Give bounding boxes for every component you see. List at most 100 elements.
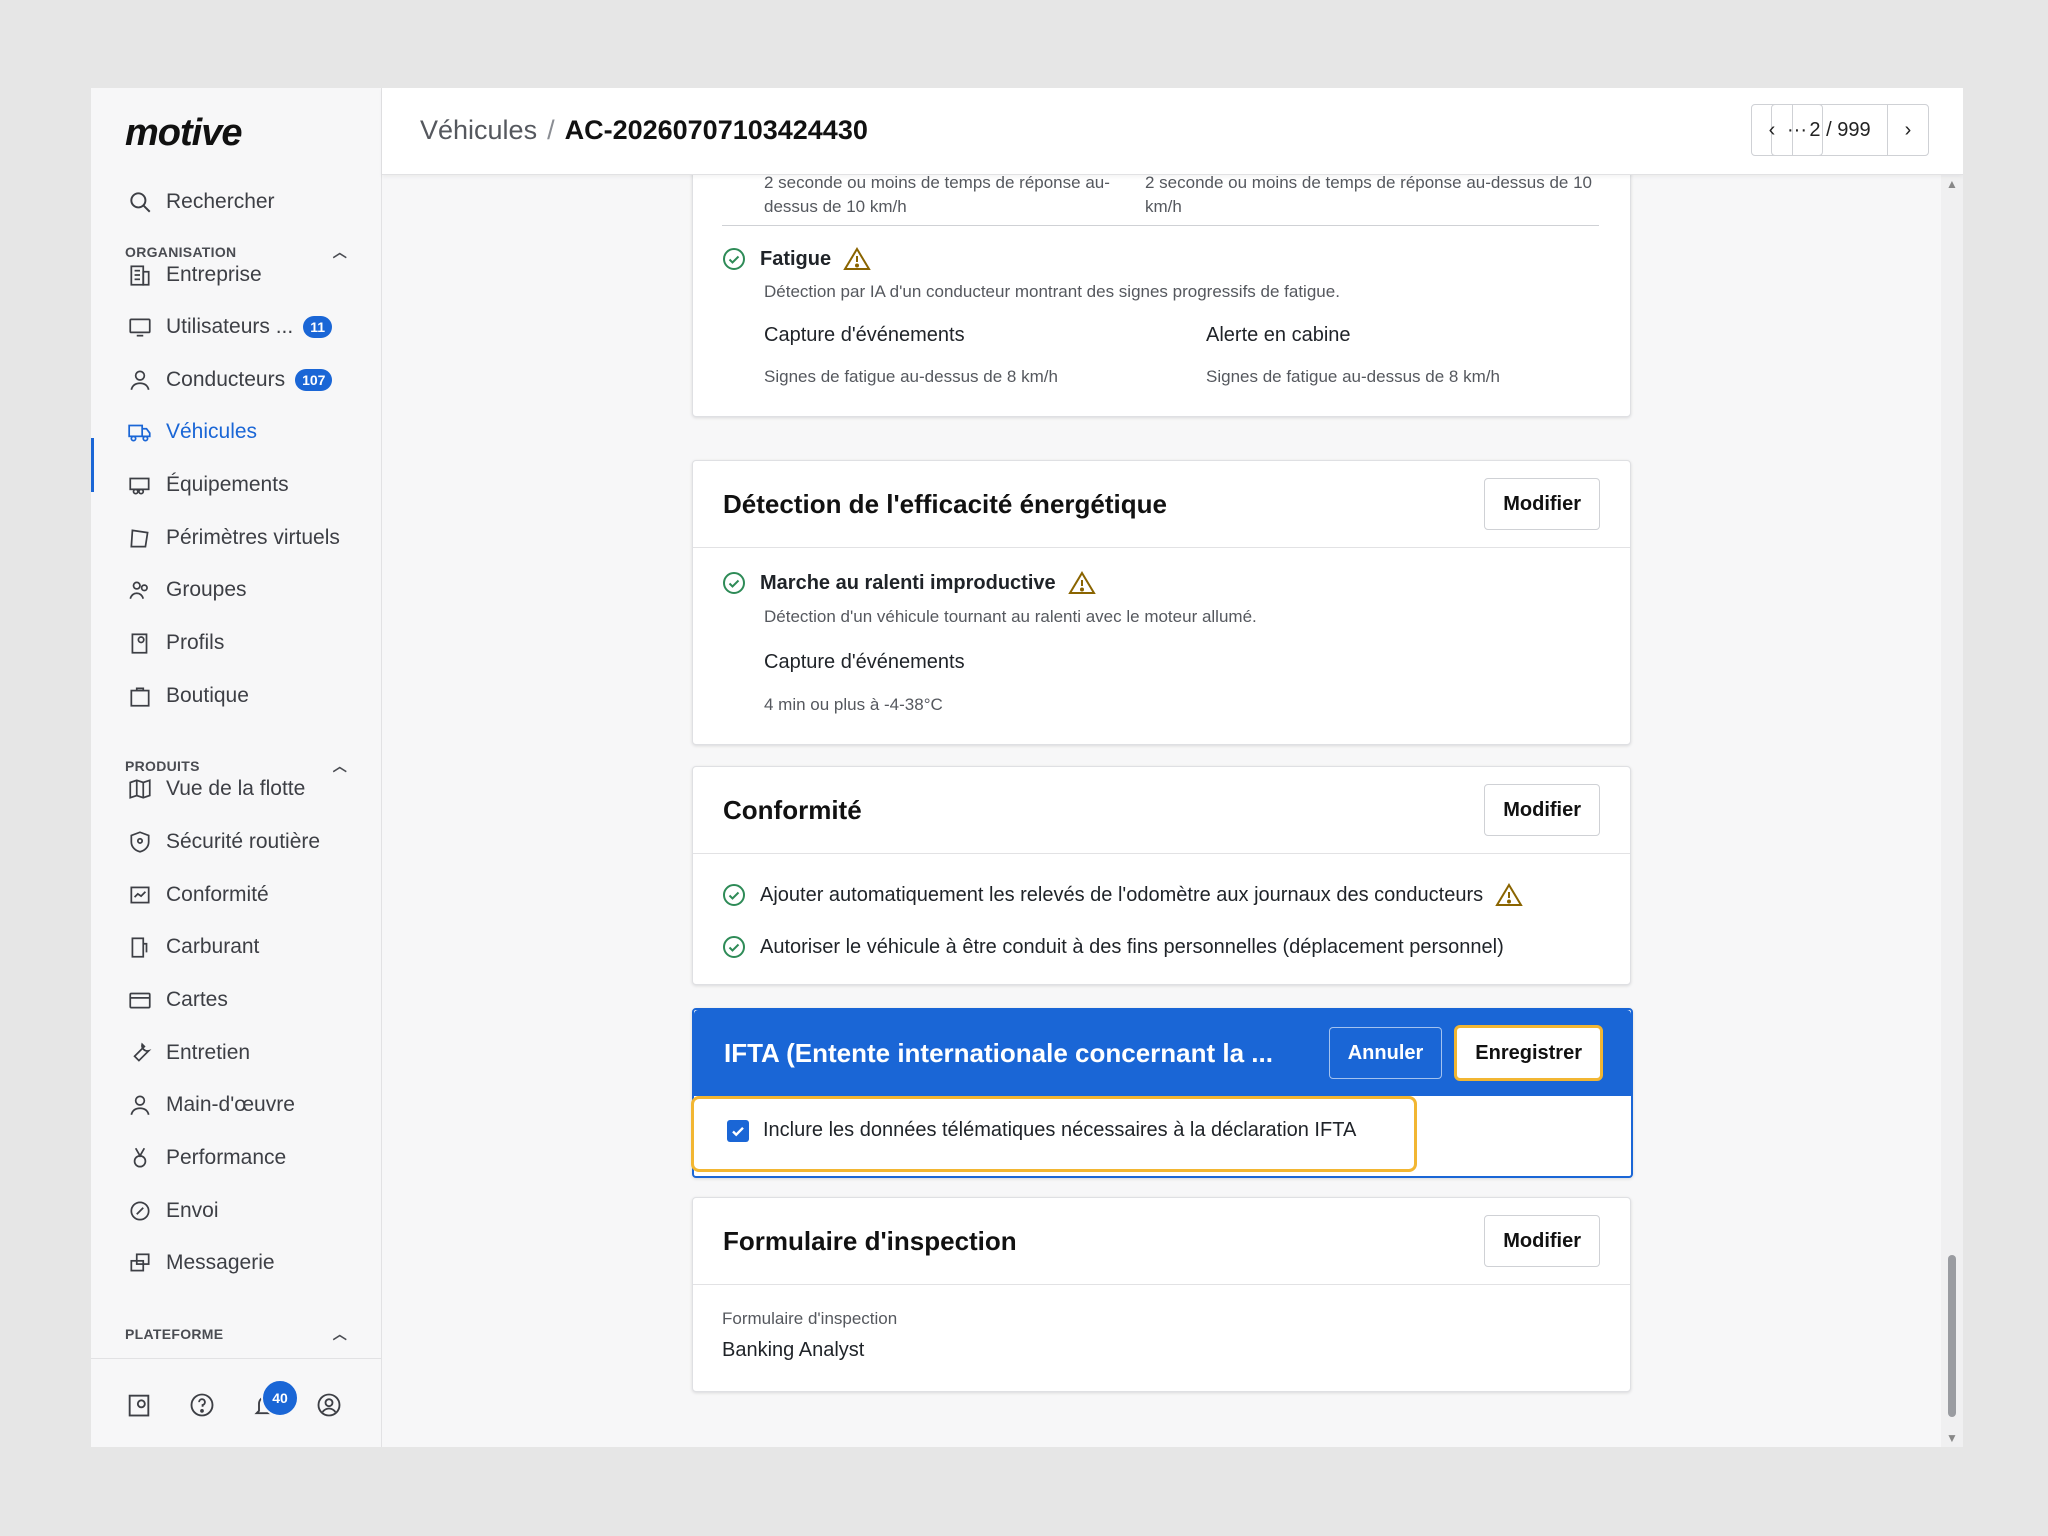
account-icon[interactable] (315, 1391, 345, 1421)
sidebar-item-utilisateurs[interactable]: Utilisateurs ... 11 (125, 307, 333, 347)
previous-record-button[interactable]: ‹ (1752, 105, 1792, 155)
message-icon (125, 1248, 155, 1278)
sidebar-item-main-oeuvre[interactable]: Main-d'œuvre (125, 1085, 295, 1125)
content-scrollbar[interactable]: ▲ ▼ (1941, 175, 1963, 1447)
sidebar-item-label: Boutique (166, 684, 249, 707)
sidebar-item-label: Cartes (166, 988, 228, 1011)
section-plateforme[interactable]: PLATEFORME ︿ (125, 1324, 347, 1344)
sidebar-item-label: Main-d'œuvre (166, 1093, 295, 1116)
sidebar-item-cartes[interactable]: Cartes (125, 980, 228, 1020)
sidebar-item-envoi[interactable]: Envoi (125, 1191, 219, 1231)
divider (722, 225, 1599, 226)
sidebar-item-conducteurs[interactable]: Conducteurs 107 (125, 360, 333, 400)
building-icon (125, 260, 155, 290)
check-circle-icon (723, 572, 745, 594)
person-icon (125, 365, 155, 395)
map-icon (125, 774, 155, 804)
sidebar-item-vehicules[interactable]: Véhicules (125, 412, 257, 452)
sidebar-item-profils[interactable]: Profils (125, 623, 224, 663)
notification-badge: 40 (261, 1379, 299, 1417)
sidebar-item-carburant[interactable]: Carburant (125, 927, 259, 967)
breadcrumb-separator: / (547, 115, 555, 145)
inspection-field-value: Banking Analyst (722, 1339, 865, 1361)
personal-conveyance-row: Autoriser le véhicule à être conduit à d… (722, 935, 1504, 959)
warning-icon (1495, 883, 1523, 906)
sidebar-item-label: Profils (166, 631, 225, 654)
sidebar-item-groupes[interactable]: Groupes (125, 570, 247, 610)
sidebar-item-messagerie[interactable]: Messagerie (125, 1243, 275, 1283)
check-circle-icon (723, 248, 745, 270)
sidebar-item-boutique[interactable]: Boutique (125, 676, 249, 716)
modify-button[interactable]: Modifier (1484, 1215, 1600, 1267)
sidebar-item-label: Carburant (166, 935, 260, 958)
sidebar-item-conformite[interactable]: Conformité (125, 875, 269, 915)
sidebar-item-label: Utilisateurs ... (166, 315, 294, 338)
next-record-button[interactable]: › (1888, 105, 1928, 155)
dispatch-icon (125, 1196, 155, 1226)
ifta-checkbox-label: Inclure les données télématiques nécessa… (763, 1119, 1357, 1141)
page-title: AC-20260707103424430 (564, 115, 868, 145)
breadcrumb-vehicules-link[interactable]: Véhicules (420, 115, 537, 145)
cancel-button[interactable]: Annuler (1328, 1027, 1443, 1079)
sidebar-item-label: Conformité (166, 883, 269, 906)
help-icon[interactable] (188, 1391, 218, 1421)
checkmark-icon (732, 1126, 744, 1136)
sidebar-item-label: Conducteurs (166, 368, 286, 391)
inspection-form-card: Formulaire d'inspection Modifier Formula… (692, 1197, 1631, 1392)
sidebar: motive Rechercher ORGANISATION ︿ Entrepr… (91, 88, 382, 1447)
worker-icon (125, 1090, 155, 1120)
sidebar-item-perimetres[interactable]: Périmètres virtuels (125, 518, 340, 558)
save-button[interactable]: Enregistrer (1454, 1025, 1603, 1081)
energy-efficiency-card: Détection de l'efficacité énergétique Mo… (692, 460, 1631, 745)
fuel-icon (125, 932, 155, 962)
compliance-card: Conformité Modifier Ajouter automatiquem… (692, 766, 1631, 985)
ifta-checkbox[interactable] (727, 1119, 749, 1142)
geofence-icon (125, 523, 155, 553)
map-pin-icon[interactable] (125, 1391, 155, 1421)
shield-icon (125, 827, 155, 857)
sidebar-item-vue-flotte[interactable]: Vue de la flotte (125, 769, 305, 809)
sidebar-item-equipements[interactable]: Équipements (125, 465, 289, 505)
search-button[interactable]: Rechercher (125, 182, 275, 222)
fatigue-capture-heading: Capture d'événements (764, 324, 965, 346)
ai-detection-card: 2 seconde ou moins de temps de réponse a… (692, 175, 1631, 417)
modify-button[interactable]: Modifier (1484, 478, 1600, 530)
sidebar-item-label: Entretien (166, 1041, 251, 1064)
check-circle-icon (723, 884, 745, 906)
card-header: Conformité Modifier (693, 767, 1630, 854)
sidebar-item-label: Périmètres virtuels (166, 526, 340, 549)
sidebar-item-entretien[interactable]: Entretien (125, 1033, 250, 1073)
sidebar-item-entreprise[interactable]: Entreprise (125, 255, 262, 295)
card-title: Formulaire d'inspection (723, 1225, 1017, 1256)
sidebar-item-securite[interactable]: Sécurité routière (125, 822, 320, 862)
record-pager: ‹ 2 / 999 › (1751, 104, 1929, 156)
card-header: Détection de l'efficacité énergétique Mo… (693, 461, 1630, 548)
chevron-up-icon: ︿ (332, 758, 347, 774)
warning-icon (843, 247, 871, 270)
profile-settings-icon (125, 628, 155, 658)
sidebar-item-performance[interactable]: Performance (125, 1138, 286, 1178)
sidebar-item-label: Performance (166, 1146, 287, 1169)
personal-conveyance-label: Autoriser le véhicule à être conduit à d… (760, 935, 1504, 958)
breadcrumb: Véhicules / AC-20260707103424430 (420, 115, 868, 146)
ifta-checkbox-row[interactable]: Inclure les données télématiques nécessa… (727, 1119, 1356, 1142)
pager-position: 2 / 999 (1792, 105, 1888, 155)
sidebar-item-label: Véhicules (166, 420, 258, 443)
sidebar-item-label: Messagerie (166, 1251, 275, 1274)
app-window: motive Rechercher ORGANISATION ︿ Entrepr… (91, 88, 1963, 1447)
ifta-card: IFTA (Entente internationale concernant … (691, 1008, 1633, 1178)
page-header: Véhicules / AC-20260707103424430 ··· ‹ 2 /… (382, 88, 1963, 175)
scroll-up-arrow-icon[interactable]: ▲ (1946, 177, 1958, 191)
sidebar-item-label: Vue de la flotte (166, 777, 306, 800)
search-icon (125, 187, 155, 217)
warning-icon (1067, 571, 1096, 594)
motive-logo[interactable]: motive (125, 112, 242, 155)
scroll-down-arrow-icon[interactable]: ▼ (1946, 1431, 1958, 1445)
chevron-up-icon: ︿ (332, 1326, 347, 1342)
fatigue-description: Détection par IA d'un conducteur montran… (764, 282, 1340, 301)
logbook-icon (125, 880, 155, 910)
idling-description: Détection d'un véhicule tournant au rale… (764, 607, 1257, 626)
scrollbar-thumb[interactable] (1948, 1255, 1956, 1417)
search-label: Rechercher (166, 190, 275, 213)
modify-button[interactable]: Modifier (1484, 784, 1600, 836)
